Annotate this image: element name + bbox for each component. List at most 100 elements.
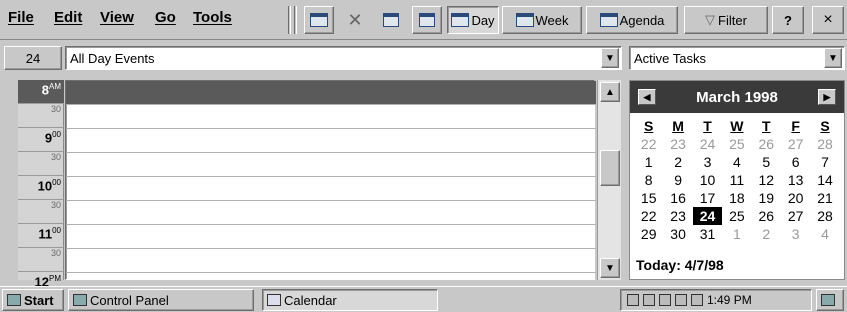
- vertical-scrollbar[interactable]: ▲ ▼: [597, 80, 621, 280]
- schedule-row[interactable]: [66, 225, 596, 249]
- calendar-day[interactable]: 6: [781, 153, 810, 171]
- go-to-today-button[interactable]: [376, 6, 406, 34]
- battery-icon[interactable]: [643, 294, 655, 306]
- schedule-row[interactable]: [66, 105, 596, 129]
- sync-icon[interactable]: [675, 294, 687, 306]
- calendar-day-selected[interactable]: 24: [692, 207, 723, 225]
- schedule-row[interactable]: [66, 201, 596, 225]
- menu-edit[interactable]: Edit: [54, 9, 82, 26]
- calendar-day[interactable]: 28: [810, 135, 839, 153]
- delete-button[interactable]: ✕: [340, 6, 370, 34]
- calendar-day[interactable]: 1: [634, 153, 663, 171]
- calendar-day[interactable]: 16: [663, 189, 692, 207]
- calendar-day[interactable]: 26: [752, 135, 781, 153]
- chevron-down-icon: ▼: [605, 52, 615, 64]
- calendar-day[interactable]: 14: [810, 171, 839, 189]
- calendar-day[interactable]: 24: [693, 135, 722, 153]
- volume-icon[interactable]: [691, 294, 703, 306]
- menu-file[interactable]: File: [8, 9, 34, 26]
- taskbar-calendar-button[interactable]: Calendar: [262, 289, 438, 311]
- calendar-day[interactable]: 17: [693, 189, 722, 207]
- calendar-day[interactable]: 28: [810, 207, 839, 225]
- calendar-day[interactable]: 9: [663, 171, 692, 189]
- day-view-icon: [451, 13, 470, 27]
- scroll-down-button[interactable]: ▼: [600, 258, 620, 278]
- all-day-events-field[interactable]: All Day Events ▼: [65, 46, 622, 70]
- scroll-up-button[interactable]: ▲: [600, 82, 620, 102]
- calendar-day[interactable]: 11: [722, 171, 751, 189]
- start-button[interactable]: Start: [2, 289, 64, 311]
- calendar-day[interactable]: 13: [781, 171, 810, 189]
- day-schedule-grid[interactable]: [65, 80, 596, 297]
- calendar-day[interactable]: 7: [810, 153, 839, 171]
- menu-go[interactable]: Go: [155, 9, 176, 26]
- go-to-date-button[interactable]: [412, 6, 442, 34]
- previous-month-button[interactable]: ◀: [638, 89, 656, 105]
- calendar-day[interactable]: 15: [634, 189, 663, 207]
- calendar-day[interactable]: 27: [781, 207, 810, 225]
- calendar-day[interactable]: 26: [752, 207, 781, 225]
- help-button[interactable]: ?: [772, 6, 804, 34]
- active-tasks-dropdown[interactable]: Active Tasks ▼: [629, 46, 845, 70]
- calendar-day[interactable]: 22: [634, 135, 663, 153]
- calendar-day[interactable]: 2: [752, 225, 781, 243]
- taskbar-control-panel-button[interactable]: Control Panel: [68, 289, 254, 311]
- schedule-row[interactable]: [66, 177, 596, 201]
- calendar-day[interactable]: 10: [693, 171, 722, 189]
- system-tray: 1:49 PM: [620, 289, 812, 311]
- calendar-day[interactable]: 19: [752, 189, 781, 207]
- calendar-day[interactable]: 25: [722, 135, 751, 153]
- agenda-view-button[interactable]: Agenda: [586, 6, 678, 34]
- time-label: 30: [50, 248, 61, 258]
- active-tasks-dropdown-button[interactable]: ▼: [824, 48, 842, 68]
- network-icon[interactable]: [627, 294, 639, 306]
- calendar-day[interactable]: 21: [810, 189, 839, 207]
- calendar-day[interactable]: 27: [781, 135, 810, 153]
- agenda-view-label: Agenda: [619, 12, 665, 28]
- calendar-day[interactable]: 23: [663, 135, 692, 153]
- schedule-row[interactable]: [66, 249, 596, 273]
- chevron-up-icon: ▲: [605, 86, 615, 98]
- calendar-day[interactable]: 18: [722, 189, 751, 207]
- calendar-day[interactable]: 3: [693, 153, 722, 171]
- calendar-day[interactable]: 2: [663, 153, 692, 171]
- menu-view[interactable]: View: [100, 9, 134, 26]
- calendar-day[interactable]: 23: [663, 207, 692, 225]
- close-button[interactable]: ×: [812, 6, 844, 34]
- filter-button[interactable]: ▽ Filter: [684, 6, 768, 34]
- schedule-row[interactable]: [66, 153, 596, 177]
- connection-icon[interactable]: [659, 294, 671, 306]
- time-slot-hour: 1000: [18, 176, 64, 200]
- scrollbar-thumb[interactable]: [600, 150, 620, 186]
- all-day-events-dropdown-button[interactable]: ▼: [601, 48, 619, 68]
- desktop-button[interactable]: [816, 289, 844, 311]
- schedule-row[interactable]: [66, 129, 596, 153]
- new-appointment-button[interactable]: [304, 6, 334, 34]
- menu-tools[interactable]: Tools: [193, 9, 232, 26]
- calendar-day[interactable]: 3: [781, 225, 810, 243]
- calendar-day[interactable]: 12: [752, 171, 781, 189]
- week-view-button[interactable]: Week: [502, 6, 582, 34]
- calendar-day[interactable]: 8: [634, 171, 663, 189]
- calendar-day[interactable]: 5: [752, 153, 781, 171]
- calendar-day[interactable]: 1: [722, 225, 751, 243]
- time-slot-hour: 8AM: [18, 80, 64, 104]
- calendar-day[interactable]: 22: [634, 207, 663, 225]
- next-month-button[interactable]: ▶: [818, 89, 836, 105]
- today-label[interactable]: Today: 4/7/98: [636, 257, 724, 273]
- clock: 1:49 PM: [707, 293, 752, 307]
- calendar-day[interactable]: 4: [722, 153, 751, 171]
- schedule-row[interactable]: [66, 81, 596, 105]
- calendar-day[interactable]: 25: [722, 207, 751, 225]
- day-view-button[interactable]: Day: [447, 6, 499, 34]
- calendar-day[interactable]: 4: [810, 225, 839, 243]
- calendar-week-row: 22 23 24 25 26 27 28: [634, 207, 840, 225]
- calendar-day[interactable]: 31: [693, 225, 722, 243]
- time-suffix: PM: [49, 274, 61, 283]
- day-number[interactable]: 24: [4, 46, 62, 70]
- time-slot-half-hour: 30: [18, 200, 64, 224]
- weekday-label: S: [644, 118, 654, 134]
- calendar-day[interactable]: 20: [781, 189, 810, 207]
- calendar-day[interactable]: 30: [663, 225, 692, 243]
- calendar-day[interactable]: 29: [634, 225, 663, 243]
